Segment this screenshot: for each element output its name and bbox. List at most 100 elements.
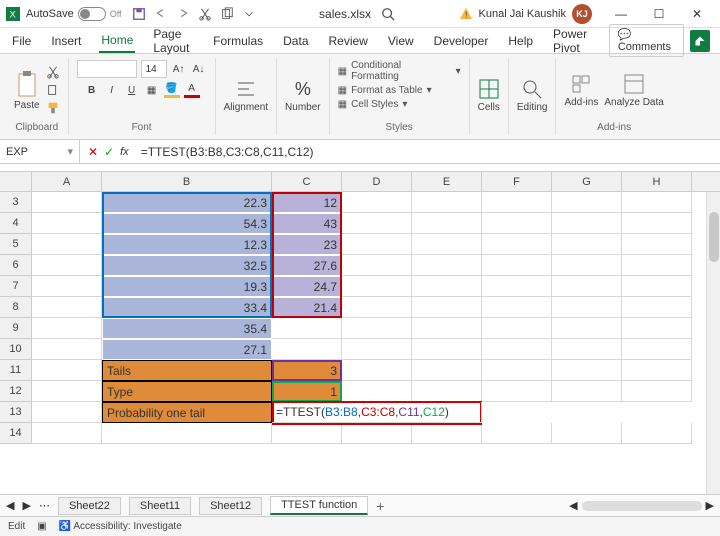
cell[interactable] xyxy=(32,318,102,339)
cancel-formula-icon[interactable]: ✕ xyxy=(88,145,98,159)
cell[interactable] xyxy=(552,423,622,444)
fill-color-button[interactable]: 🪣 xyxy=(164,82,180,98)
vertical-scrollbar[interactable] xyxy=(706,192,720,494)
sheet-tab[interactable]: Sheet11 xyxy=(129,497,191,515)
cell[interactable] xyxy=(552,255,622,276)
cell[interactable]: 27.6 xyxy=(272,255,342,276)
cell[interactable] xyxy=(622,297,692,318)
cell[interactable] xyxy=(412,423,482,444)
tab-review[interactable]: Review xyxy=(327,30,370,52)
cell-styles-button[interactable]: ▦ Cell Styles ▾ xyxy=(338,99,408,110)
cell[interactable] xyxy=(412,297,482,318)
row-header[interactable]: 13 xyxy=(0,402,32,423)
tab-home[interactable]: Home xyxy=(99,29,135,53)
row-header[interactable]: 11 xyxy=(0,360,32,381)
cell[interactable] xyxy=(412,276,482,297)
share-button[interactable] xyxy=(690,30,710,52)
cell[interactable] xyxy=(622,255,692,276)
cell[interactable] xyxy=(32,402,102,423)
tab-data[interactable]: Data xyxy=(281,30,310,52)
cell[interactable] xyxy=(412,234,482,255)
cell[interactable]: 35.4 xyxy=(102,318,272,339)
border-button[interactable]: ▦ xyxy=(144,82,160,98)
cut-icon[interactable] xyxy=(46,65,60,79)
cell[interactable] xyxy=(102,423,272,444)
cell[interactable] xyxy=(482,339,552,360)
cell[interactable] xyxy=(32,255,102,276)
cell[interactable]: Tails xyxy=(102,360,272,381)
font-family-select[interactable] xyxy=(77,60,137,78)
cell[interactable] xyxy=(622,360,692,381)
cell[interactable] xyxy=(412,381,482,402)
cell[interactable] xyxy=(622,234,692,255)
format-as-table-button[interactable]: ▦ Format as Table ▾ xyxy=(338,85,432,96)
cell[interactable] xyxy=(482,192,552,213)
tab-formulas[interactable]: Formulas xyxy=(211,30,265,52)
col-header[interactable]: F xyxy=(482,172,552,191)
accessibility-status[interactable]: ♿ Accessibility: Investigate xyxy=(59,521,182,532)
cell[interactable] xyxy=(482,213,552,234)
cell[interactable] xyxy=(342,213,412,234)
cell[interactable] xyxy=(342,360,412,381)
redo-icon[interactable] xyxy=(176,7,190,21)
cell[interactable] xyxy=(32,213,102,234)
cell[interactable]: 43 xyxy=(272,213,342,234)
cell[interactable] xyxy=(622,192,692,213)
rec-icon[interactable]: ▣ xyxy=(37,521,46,532)
cell[interactable] xyxy=(342,381,412,402)
bold-button[interactable]: B xyxy=(84,82,100,98)
cell[interactable]: 54.3 xyxy=(102,213,272,234)
cell[interactable] xyxy=(32,339,102,360)
row-header[interactable]: 4 xyxy=(0,213,32,234)
cell[interactable] xyxy=(32,360,102,381)
font-size-select[interactable]: 14 xyxy=(141,60,167,78)
cell[interactable] xyxy=(412,192,482,213)
tab-insert[interactable]: Insert xyxy=(49,30,83,52)
row-header[interactable]: 8 xyxy=(0,297,32,318)
chevron-down-icon[interactable] xyxy=(242,7,256,21)
copy-icon[interactable] xyxy=(46,83,60,97)
select-all-corner[interactable] xyxy=(0,172,32,191)
cell[interactable]: Type xyxy=(102,381,272,402)
cell[interactable] xyxy=(482,381,552,402)
sheet-tab[interactable]: Sheet22 xyxy=(58,497,121,515)
cell[interactable] xyxy=(32,423,102,444)
cell[interactable]: 32.5 xyxy=(102,255,272,276)
name-box[interactable]: EXP▾ xyxy=(0,140,80,163)
cell[interactable] xyxy=(482,297,552,318)
cell[interactable] xyxy=(272,423,342,444)
autosave-toggle[interactable] xyxy=(78,7,106,21)
cell[interactable] xyxy=(552,234,622,255)
row-header[interactable]: 9 xyxy=(0,318,32,339)
alignment-button[interactable]: Alignment xyxy=(224,78,268,113)
analyze-data-button[interactable]: Analyze Data xyxy=(604,73,663,108)
comments-button[interactable]: 💬 Comments xyxy=(609,24,684,57)
cell[interactable] xyxy=(342,339,412,360)
cell[interactable] xyxy=(622,213,692,234)
tab-power-pivot[interactable]: Power Pivot xyxy=(551,23,593,59)
add-sheet-button[interactable]: + xyxy=(376,498,384,514)
cell[interactable] xyxy=(622,381,692,402)
cell[interactable] xyxy=(412,213,482,234)
addins-button[interactable]: Add-ins xyxy=(564,73,598,108)
cell[interactable]: 23 xyxy=(272,234,342,255)
cell[interactable] xyxy=(342,297,412,318)
cell[interactable] xyxy=(32,234,102,255)
cell[interactable]: 22.3 xyxy=(102,192,272,213)
italic-button[interactable]: I xyxy=(104,82,120,98)
cell[interactable]: 24.7 xyxy=(272,276,342,297)
cell[interactable] xyxy=(342,234,412,255)
font-color-button[interactable]: A xyxy=(184,82,200,98)
row-header[interactable]: 6 xyxy=(0,255,32,276)
fx-icon[interactable]: fx xyxy=(120,146,129,158)
user-avatar[interactable]: KJ xyxy=(572,4,592,24)
conditional-formatting-button[interactable]: ▦ Conditional Formatting ▾ xyxy=(338,60,461,82)
cell[interactable] xyxy=(342,423,412,444)
formula-input[interactable]: =TTEST(B3:B8,C3:C8,C11,C12) xyxy=(137,145,720,159)
number-format-button[interactable]: % Number xyxy=(285,79,321,113)
sheet-nav-next-icon[interactable]: ▶ xyxy=(22,499,30,512)
cell[interactable] xyxy=(552,381,622,402)
cell[interactable]: 21.4 xyxy=(272,297,342,318)
cell[interactable] xyxy=(622,339,692,360)
sheet-nav-prev-icon[interactable]: ◀ xyxy=(6,499,14,512)
